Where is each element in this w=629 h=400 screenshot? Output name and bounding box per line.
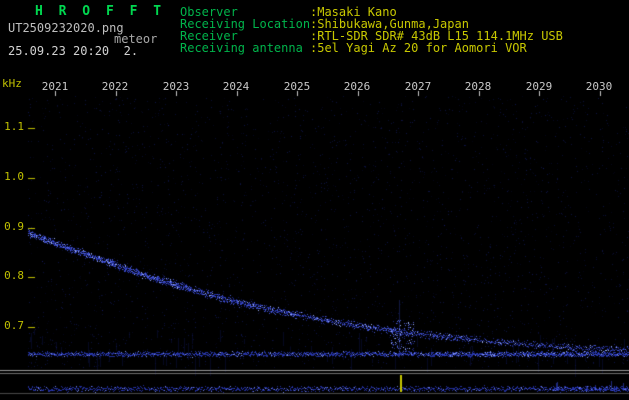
y-axis-unit: kHz [2, 77, 22, 90]
y-tick-label: 0.7 [4, 319, 24, 332]
output-filename: UT2509232020.png [8, 21, 124, 35]
x-tick-label: 2028 [464, 80, 492, 93]
x-tick-label: 2025 [283, 80, 311, 93]
x-tick-label: 2023 [162, 80, 190, 93]
x-tick-label: 2022 [101, 80, 129, 93]
app-title: H R O F F T [35, 4, 166, 19]
receiving-antenna-label: Receiving antenna [180, 41, 303, 55]
x-tick-label: 2024 [222, 80, 250, 93]
datetime-label: 25.09.23 20:20 2. [8, 44, 139, 58]
x-tick-label: 2027 [404, 80, 432, 93]
y-tick-label: 0.9 [4, 220, 24, 233]
receiving-antenna-value: :5el Yagi Az 20 for Aomori VOR [310, 41, 527, 55]
x-tick-label: 2030 [585, 80, 613, 93]
x-tick-label: 2026 [343, 80, 371, 93]
x-tick-label: 2021 [41, 80, 69, 93]
y-tick-label: 1.1 [4, 120, 24, 133]
x-tick-label: 2029 [525, 80, 553, 93]
spectrogram-canvas [0, 0, 629, 400]
hrofft-screen: H R O F F T UT2509232020.png meteor 25.0… [0, 0, 629, 400]
y-tick-label: 1.0 [4, 170, 24, 183]
y-tick-label: 0.8 [4, 269, 24, 282]
